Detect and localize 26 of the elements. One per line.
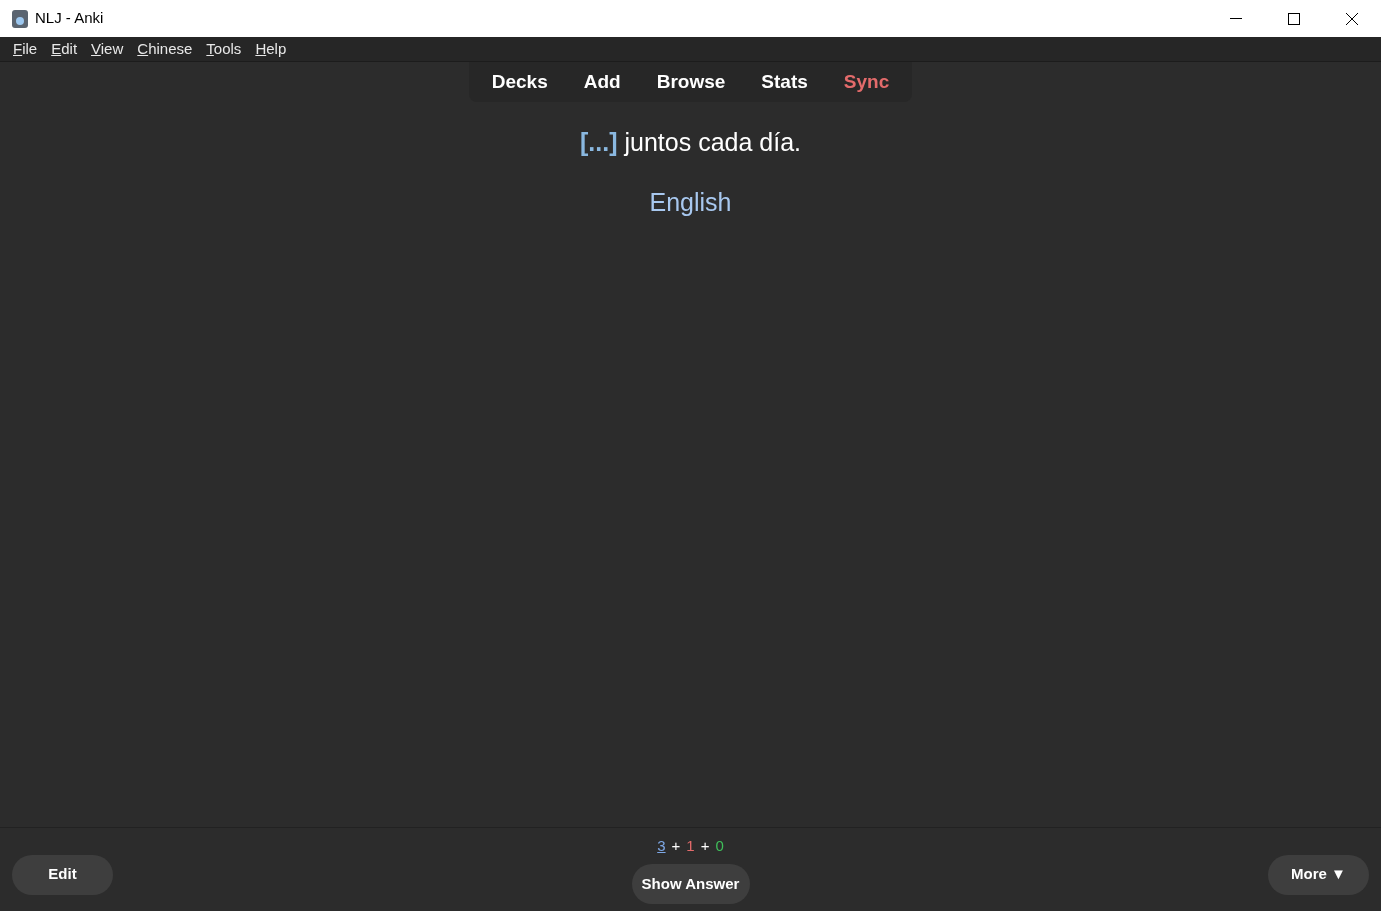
card-question: [...] juntos cada día.	[580, 127, 801, 158]
menu-item[interactable]: Edit	[44, 37, 85, 61]
show-answer-button[interactable]: Show Answer	[631, 863, 750, 904]
edit-button[interactable]: Edit	[12, 854, 113, 895]
toolbar-link[interactable]: Decks	[474, 67, 565, 97]
menu-item[interactable]: Chinese	[130, 37, 200, 61]
menu-item[interactable]: Help	[248, 37, 294, 61]
menu-item[interactable]: View	[84, 37, 131, 61]
menu-item[interactable]: Tools	[199, 37, 249, 61]
app-icon	[12, 9, 28, 28]
due-count: 0	[715, 836, 724, 857]
menu-item[interactable]: File	[6, 37, 45, 61]
close-icon	[1346, 12, 1358, 25]
due-count: 3	[657, 836, 666, 857]
count-separator: +	[671, 836, 681, 857]
toolbar-link[interactable]: Stats	[744, 67, 825, 97]
toolbar-link[interactable]: Sync	[826, 67, 907, 97]
window-title: NLJ - Anki	[35, 8, 104, 29]
minimize-icon	[1230, 17, 1242, 20]
more-button[interactable]: More ▼	[1268, 854, 1369, 895]
count-separator: +	[700, 836, 710, 857]
due-count: 1	[686, 836, 695, 857]
toolbar-link[interactable]: Add	[566, 67, 638, 97]
maximize-icon	[1288, 12, 1300, 25]
toolbar-link[interactable]: Browse	[639, 67, 743, 97]
card-hint: English	[649, 186, 732, 218]
